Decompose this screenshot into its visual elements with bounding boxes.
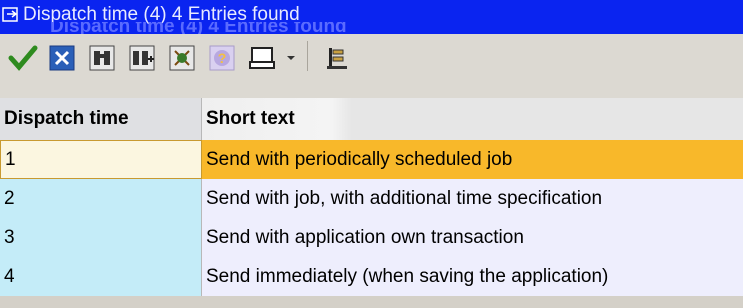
find-next-button[interactable] [123,41,161,75]
filter-icon [169,45,195,71]
printer-icon [249,47,275,69]
dispatch-time-cell[interactable]: 2 [0,179,202,218]
toolbar-separator [307,41,308,71]
cancel-icon [49,45,75,71]
toolbar: ? [0,34,743,98]
dispatch-time-cell[interactable]: 4 [0,257,202,296]
binoculars-plus-icon [129,45,155,71]
column-header-short-text[interactable]: Short text [202,98,743,140]
restrict-button[interactable] [163,41,201,75]
settings-button[interactable] [318,41,356,75]
table-row[interactable]: 1 Send with periodically scheduled job [0,140,743,179]
status-area [0,296,743,308]
print-dropdown[interactable] [281,41,301,75]
chevron-down-icon [287,56,295,60]
find-button[interactable] [83,41,121,75]
cancel-button[interactable] [43,41,81,75]
help-button[interactable]: ? [203,41,241,75]
binoculars-icon [89,45,115,71]
short-text-cell[interactable]: Send with periodically scheduled job [202,140,743,179]
table-row[interactable]: 4 Send immediately (when saving the appl… [0,257,743,296]
svg-text:?: ? [218,50,227,66]
print-button[interactable] [243,41,281,75]
table-row[interactable]: 3 Send with application own transaction [0,218,743,257]
title-echo: Dispatch time (4) 4 Entries found [50,22,347,34]
settings-icon [327,48,347,69]
table-row[interactable]: 2 Send with job, with additional time sp… [0,179,743,218]
dispatch-time-cell[interactable]: 1 [0,140,202,179]
help-icon: ? [209,45,235,71]
window-icon[interactable] [2,6,20,24]
column-header-dispatch-time[interactable]: Dispatch time [0,98,202,140]
short-text-cell[interactable]: Send with job, with additional time spec… [202,179,743,218]
short-text-cell[interactable]: Send with application own transaction [202,218,743,257]
checkmark-icon [8,45,38,71]
confirm-button[interactable] [4,41,42,75]
title-bar: Dispatch time (4) 4 Entries found Dispat… [0,0,743,34]
dispatch-time-cell[interactable]: 3 [0,218,202,257]
short-text-cell[interactable]: Send immediately (when saving the applic… [202,257,743,296]
